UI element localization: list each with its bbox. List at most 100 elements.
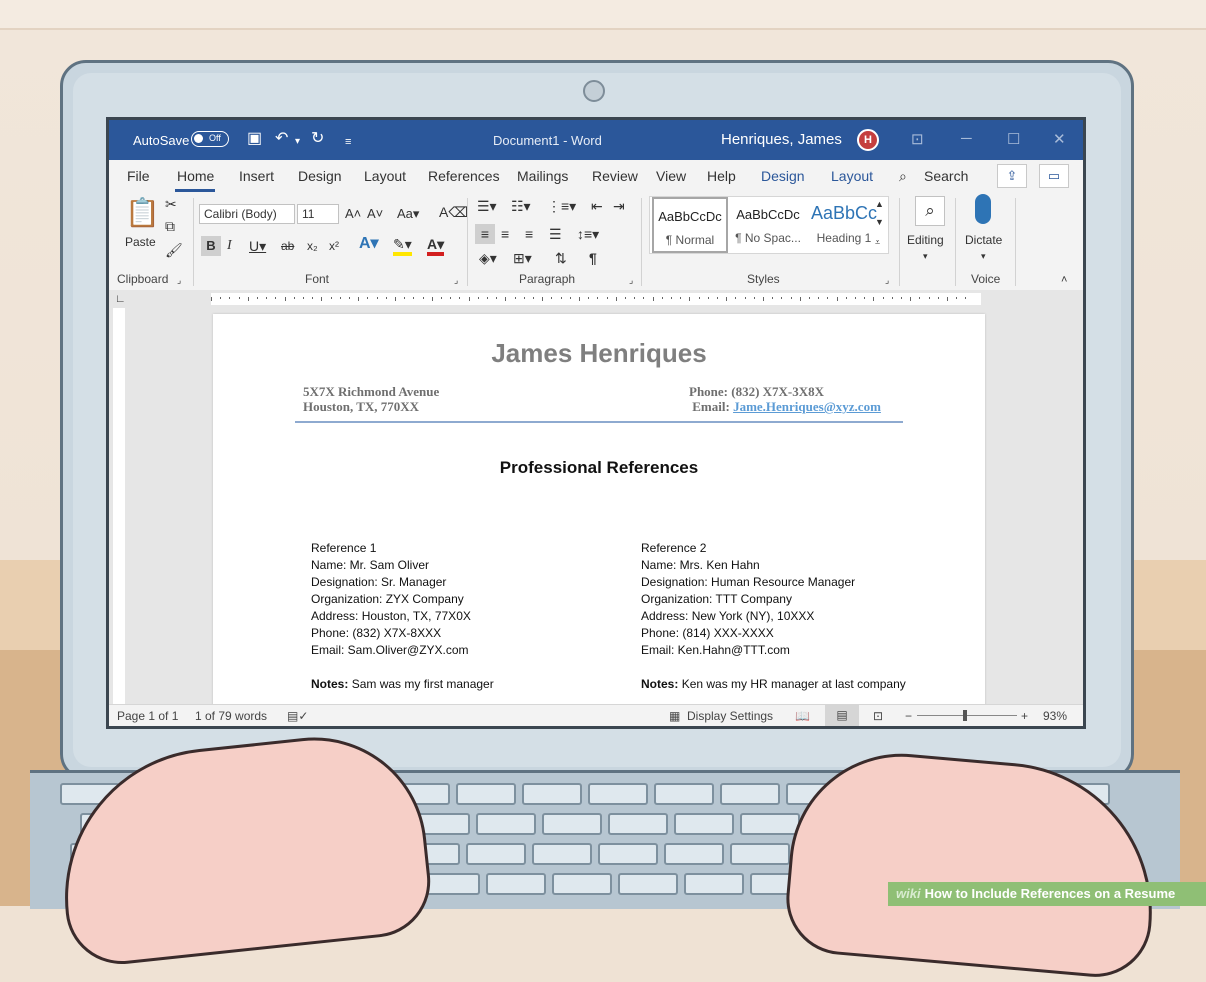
tab-selector-icon[interactable]: ∟ — [115, 291, 126, 307]
horizontal-ruler[interactable] — [211, 293, 981, 305]
copy-icon[interactable]: ⧉ — [165, 218, 175, 234]
zoom-slider-track[interactable] — [917, 715, 1017, 716]
search-label[interactable]: Search — [924, 168, 968, 184]
proofing-icon[interactable]: ▤✓ — [287, 709, 308, 723]
zoom-in-icon[interactable]: + — [1021, 709, 1028, 723]
dictate-label[interactable]: Dictate — [965, 232, 1002, 248]
show-formatting-marks-icon[interactable]: ¶ — [589, 250, 597, 266]
undo-icon[interactable]: ↶ — [275, 131, 288, 147]
borders-icon[interactable]: ⊞▾ — [513, 250, 532, 266]
cut-icon[interactable]: ✂ — [165, 196, 177, 212]
autosave-toggle[interactable]: Off — [191, 131, 229, 147]
customize-toolbar-icon[interactable]: ≡ — [345, 134, 351, 150]
align-right-icon[interactable]: ≡ — [525, 226, 533, 242]
vertical-ruler[interactable] — [113, 308, 125, 704]
display-settings-label[interactable]: Display Settings — [687, 709, 773, 723]
ribbon-display-options-icon[interactable]: ⊡ — [911, 130, 924, 148]
style-normal[interactable]: AaBbCcDc ¶ Normal — [652, 197, 728, 253]
format-painter-icon[interactable]: 🖌 — [165, 242, 183, 258]
shrink-font-icon[interactable]: A˅ — [367, 206, 383, 222]
ruler-tick — [413, 297, 415, 299]
maximize-icon[interactable]: ☐ — [1007, 130, 1020, 148]
minimize-icon[interactable]: ─ — [961, 130, 972, 147]
style-no-spacing[interactable]: AaBbCcDc ¶ No Spac... — [730, 197, 806, 253]
justify-icon[interactable]: ☰ — [549, 226, 562, 242]
tab-mailings[interactable]: Mailings — [517, 168, 568, 184]
clipboard-launcher-icon[interactable]: ⌟ — [177, 272, 181, 288]
clear-formatting-icon[interactable]: A⌫ — [439, 204, 468, 220]
font-color-icon[interactable]: A▾ — [427, 236, 445, 256]
subscript-icon[interactable]: x₂ — [307, 238, 318, 254]
change-case-icon[interactable]: Aa▾ — [397, 206, 419, 222]
read-mode-icon[interactable]: 📖 — [795, 709, 810, 723]
bold-icon[interactable]: B — [201, 236, 221, 256]
tab-design[interactable]: Design — [298, 168, 342, 184]
find-icon[interactable]: ⌕ — [915, 196, 945, 226]
shading-icon[interactable]: ◈▾ — [479, 250, 497, 266]
zoom-out-icon[interactable]: − — [905, 709, 912, 723]
sort-icon[interactable]: ⇅ — [555, 250, 567, 266]
zoom-slider-thumb[interactable] — [963, 710, 967, 721]
font-name-select[interactable]: Calibri (Body) — [199, 204, 295, 224]
styles-more-icon[interactable]: ⩡ — [875, 234, 880, 250]
underline-icon[interactable]: U▾ — [249, 238, 266, 254]
italic-icon[interactable]: I — [227, 238, 232, 254]
editing-label[interactable]: Editing — [907, 232, 944, 248]
tab-help[interactable]: Help — [707, 168, 736, 184]
tab-file[interactable]: File — [127, 168, 150, 184]
line-spacing-icon[interactable]: ↕≡▾ — [577, 226, 599, 242]
page-count[interactable]: Page 1 of 1 — [117, 709, 178, 723]
redo-icon[interactable]: ↻ — [311, 131, 324, 147]
styles-scroll-down-icon[interactable]: ▼ — [875, 214, 884, 230]
tab-insert[interactable]: Insert — [239, 168, 274, 184]
style-heading-1[interactable]: AaBbCc Heading 1 — [806, 197, 882, 253]
tab-table-layout[interactable]: Layout — [831, 168, 873, 184]
styles-scroll-up-icon[interactable]: ▲ — [875, 196, 884, 212]
web-layout-icon[interactable]: ⊡ — [873, 709, 883, 723]
tab-table-design[interactable]: Design — [761, 168, 805, 184]
microphone-icon[interactable] — [975, 194, 991, 224]
tab-view[interactable]: View — [656, 168, 686, 184]
undo-dropdown-icon[interactable]: ▾ — [295, 134, 300, 150]
ruler-tick — [303, 297, 304, 299]
styles-launcher-icon[interactable]: ⌟ — [885, 272, 889, 288]
user-avatar[interactable]: H — [857, 129, 879, 151]
document-page[interactable]: James Henriques 5X7X Richmond Avenue Hou… — [213, 314, 985, 726]
highlight-icon[interactable]: ✎▾ — [393, 236, 412, 256]
collapse-ribbon-icon[interactable]: ˄ — [1061, 272, 1067, 288]
tab-layout[interactable]: Layout — [364, 168, 406, 184]
align-center-icon[interactable]: ≡ — [501, 226, 509, 242]
grow-font-icon[interactable]: A˄ — [345, 206, 361, 222]
paste-icon[interactable]: 📋 — [125, 198, 160, 228]
text-effects-icon[interactable]: A▾ — [359, 236, 379, 252]
increase-indent-icon[interactable]: ⇥ — [613, 198, 625, 214]
font-launcher-icon[interactable]: ⌟ — [454, 272, 458, 288]
paragraph-launcher-icon[interactable]: ⌟ — [629, 272, 633, 288]
align-left-icon[interactable]: ≡ — [475, 224, 495, 244]
comments-icon[interactable]: ▭ — [1039, 164, 1069, 188]
dictate-dropdown-icon[interactable]: ▾ — [981, 248, 986, 264]
bullets-icon[interactable]: ☰▾ — [477, 198, 497, 214]
numbering-icon[interactable]: ☷▾ — [511, 198, 531, 214]
zoom-level[interactable]: 93% — [1043, 709, 1067, 723]
search-icon[interactable]: ⌕ — [899, 168, 907, 185]
editing-dropdown-icon[interactable]: ▾ — [923, 248, 928, 264]
ruler-tick — [487, 297, 488, 299]
save-icon[interactable]: ▣ — [247, 131, 262, 147]
tab-review[interactable]: Review — [592, 168, 638, 184]
superscript-icon[interactable]: x² — [329, 238, 339, 254]
paste-label[interactable]: Paste — [125, 234, 156, 250]
tab-home[interactable]: Home — [177, 168, 214, 184]
contact-email-link[interactable]: Jame.Henriques@xyz.com — [733, 399, 881, 414]
display-settings-icon[interactable]: ▦ — [669, 709, 680, 723]
multilevel-list-icon[interactable]: ⋮≡▾ — [547, 198, 576, 214]
word-count[interactable]: 1 of 79 words — [195, 709, 267, 723]
decrease-indent-icon[interactable]: ⇤ — [591, 198, 603, 214]
print-layout-icon[interactable]: ▤ — [825, 705, 859, 726]
close-icon[interactable]: ✕ — [1053, 130, 1066, 148]
font-size-select[interactable]: 11 — [297, 204, 339, 224]
share-icon[interactable]: ⇪ — [997, 164, 1027, 188]
strikethrough-icon[interactable]: ab — [281, 238, 294, 254]
tab-references[interactable]: References — [428, 168, 500, 184]
user-name[interactable]: Henriques, James — [721, 131, 842, 148]
